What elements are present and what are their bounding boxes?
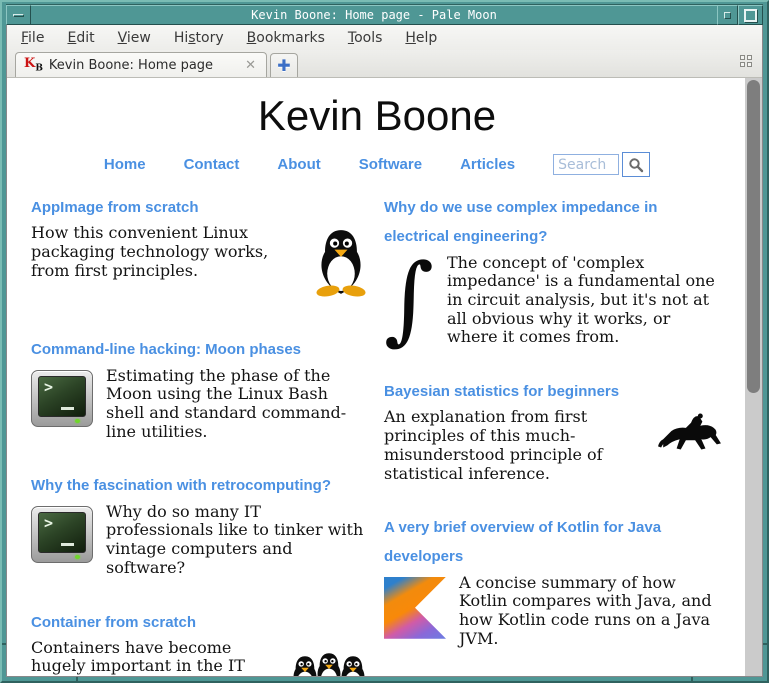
menu-item-tools[interactable]: Tools bbox=[348, 30, 383, 46]
article-title[interactable]: Bayesian statistics for beginners bbox=[384, 377, 723, 406]
window-title: Kevin Boone: Home page - Pale Moon bbox=[31, 5, 717, 25]
plus-icon: ✚ bbox=[277, 56, 290, 75]
article: Container from scratch Containers have b… bbox=[31, 608, 370, 677]
search-group bbox=[553, 152, 650, 177]
article: Bayesian statistics for beginners An exp… bbox=[384, 377, 723, 483]
site-nav: Home Contact About Software Articles bbox=[31, 152, 723, 177]
article-title[interactable]: Command-line hacking: Moon phases bbox=[31, 335, 370, 364]
article-title[interactable]: AppImage from scratch bbox=[31, 193, 370, 222]
menu-item-history[interactable]: History bbox=[174, 30, 224, 46]
nav-link-about[interactable]: About bbox=[277, 156, 320, 173]
vertical-scrollbar[interactable] bbox=[745, 78, 762, 676]
column-right: Why do we use complex impedance in elect… bbox=[384, 193, 723, 676]
page-content: Kevin Boone Home Contact About Software Arti… bbox=[7, 78, 762, 676]
menu-item-edit[interactable]: Edit bbox=[67, 30, 94, 46]
tab-title: Kevin Boone: Home page bbox=[49, 58, 237, 73]
tux-penguin-icon bbox=[312, 227, 370, 301]
article: Why the fascination with retrocomputing?… bbox=[31, 471, 370, 577]
nav-link-contact[interactable]: Contact bbox=[184, 156, 240, 173]
nav-link-home[interactable]: Home bbox=[104, 156, 146, 173]
window-menu-button[interactable] bbox=[6, 5, 31, 25]
article: AppImage from scratch How this convenien… bbox=[31, 193, 370, 305]
window-menu-dash-icon bbox=[13, 14, 24, 17]
browser-window: Kevin Boone: Home page - Pale Moon File E… bbox=[0, 0, 769, 683]
menu-item-file[interactable]: File bbox=[21, 30, 44, 46]
window-titlebar[interactable]: Kevin Boone: Home page - Pale Moon bbox=[6, 4, 763, 25]
search-button[interactable] bbox=[622, 152, 650, 177]
menu-item-help[interactable]: Help bbox=[405, 30, 437, 46]
article: Why do we use complex impedance in elect… bbox=[384, 193, 723, 347]
article-title[interactable]: Why do we use complex impedance in elect… bbox=[384, 193, 723, 252]
horse-rider-icon bbox=[657, 411, 723, 459]
small-square-icon bbox=[724, 12, 731, 19]
terminal-icon: > bbox=[31, 370, 93, 427]
new-tab-button[interactable]: ✚ bbox=[270, 53, 298, 77]
tab-kevin-boone-home[interactable]: KB Kevin Boone: Home page ✕ bbox=[15, 52, 267, 77]
article-title[interactable]: Container from scratch bbox=[31, 608, 370, 637]
nav-link-articles[interactable]: Articles bbox=[460, 156, 515, 173]
window-shade-button[interactable] bbox=[717, 5, 738, 25]
menubar: File Edit View History Bookmarks Tools Help bbox=[7, 25, 762, 50]
nav-link-software[interactable]: Software bbox=[359, 156, 422, 173]
menu-item-view[interactable]: View bbox=[118, 30, 151, 46]
site-favicon-kb-icon: KB bbox=[24, 57, 43, 74]
tab-grid-icon bbox=[740, 55, 745, 60]
integral-icon: ∫ bbox=[384, 260, 434, 339]
scrollbar-thumb[interactable] bbox=[747, 80, 760, 393]
all-tabs-button[interactable] bbox=[740, 55, 754, 69]
window-maximize-button[interactable] bbox=[738, 5, 763, 25]
menu-item-bookmarks[interactable]: Bookmarks bbox=[247, 30, 325, 46]
terminal-icon: > bbox=[31, 506, 93, 563]
page-title: Kevin Boone bbox=[31, 92, 723, 140]
magnifier-icon bbox=[628, 157, 644, 173]
tab-close-icon[interactable]: ✕ bbox=[243, 58, 258, 73]
article-body: The concept of 'complex impedance' is a … bbox=[384, 254, 723, 348]
article-title[interactable]: Why the fascination with retrocomputing? bbox=[31, 471, 370, 500]
column-left: AppImage from scratch How this convenien… bbox=[31, 193, 370, 676]
article: Command-line hacking: Moon phases>Estima… bbox=[31, 335, 370, 441]
article: A very brief overview of Kotlin for Java… bbox=[384, 513, 723, 648]
square-outline-icon bbox=[744, 9, 757, 22]
tab-bar: KB Kevin Boone: Home page ✕ ✚ bbox=[7, 50, 762, 78]
search-input[interactable] bbox=[553, 154, 619, 175]
article-title[interactable]: A very brief overview of Kotlin for Java… bbox=[384, 513, 723, 572]
penguins-icon bbox=[288, 642, 370, 676]
